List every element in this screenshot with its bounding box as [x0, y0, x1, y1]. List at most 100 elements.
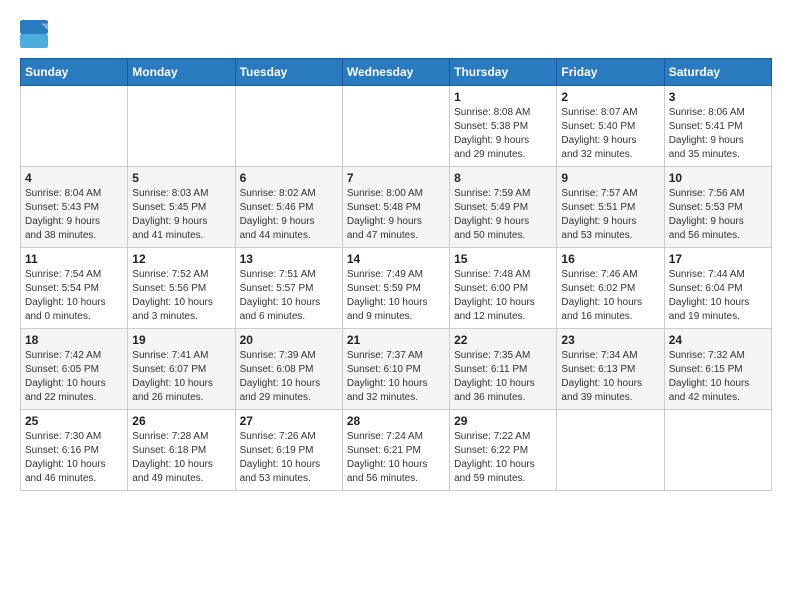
calendar-cell: 14 Sunrise: 7:49 AMSunset: 5:59 PMDayligh… [342, 248, 449, 329]
calendar-cell: 9Sunrise: 7:57 AMSunset: 5:51 PMDaylight… [557, 167, 664, 248]
calendar-cell: 4 Sunrise: 8:04 AMSunset: 5:43 PMDaylight… [21, 167, 128, 248]
day-info: Sunrise: 8:08 AMSunset: 5:38 PMDaylight:… [454, 106, 552, 162]
day-number: 26 [132, 414, 230, 428]
day-info: Sunrise: 8:00 AMSunset: 5:48 PMDaylight:… [347, 187, 445, 243]
day-info: Sunrise: 7:44 AMSunset: 6:04 PMDaylight:… [669, 268, 767, 324]
day-number: 5 [132, 171, 230, 185]
calendar-cell: 24 Sunrise: 7:32 AMSunset: 6:15 PMDayligh… [664, 329, 771, 410]
day-number: 28 [347, 414, 445, 428]
calendar-cell [664, 410, 771, 491]
header-wednesday: Wednesday [342, 59, 449, 86]
day-number: 18 [25, 333, 123, 347]
calendar-cell: 20 Sunrise: 7:39 AMSunset: 6:08 PMDayligh… [235, 329, 342, 410]
day-info: Sunrise: 7:41 AMSunset: 6:07 PMDaylight:… [132, 349, 230, 405]
day-number: 8 [454, 171, 552, 185]
calendar-cell: 7Sunrise: 8:00 AMSunset: 5:48 PMDaylight… [342, 167, 449, 248]
header-row: SundayMondayTuesdayWednesdayThursdayFrid… [21, 59, 772, 86]
day-info: Sunrise: 8:02 AMSunset: 5:46 PMDaylight:… [240, 187, 338, 243]
day-number: 11 [25, 252, 123, 266]
day-number: 14 [347, 252, 445, 266]
week-row-3: 11 Sunrise: 7:54 AMSunset: 5:54 PMDayligh… [21, 248, 772, 329]
calendar-cell [128, 86, 235, 167]
calendar-cell: 18 Sunrise: 7:42 AMSunset: 6:05 PMDayligh… [21, 329, 128, 410]
day-number: 20 [240, 333, 338, 347]
week-row-5: 25Sunrise: 7:30 AMSunset: 6:16 PMDayligh… [21, 410, 772, 491]
calendar-cell: 29 Sunrise: 7:22 AMSunset: 6:22 PMDayligh… [450, 410, 557, 491]
header-sunday: Sunday [21, 59, 128, 86]
day-info: Sunrise: 7:46 AMSunset: 6:02 PMDaylight:… [561, 268, 659, 324]
day-number: 24 [669, 333, 767, 347]
day-number: 22 [454, 333, 552, 347]
day-info: Sunrise: 7:59 AMSunset: 5:49 PMDaylight:… [454, 187, 552, 243]
calendar-cell: 28 Sunrise: 7:24 AMSunset: 6:21 PMDayligh… [342, 410, 449, 491]
calendar-cell: 6Sunrise: 8:02 AMSunset: 5:46 PMDaylight… [235, 167, 342, 248]
day-number: 1 [454, 90, 552, 104]
day-number: 23 [561, 333, 659, 347]
calendar-cell: 10 Sunrise: 7:56 AMSunset: 5:53 PMDayligh… [664, 167, 771, 248]
calendar-cell: 3Sunrise: 8:06 AMSunset: 5:41 PMDaylight… [664, 86, 771, 167]
calendar-cell: 22 Sunrise: 7:35 AMSunset: 6:11 PMDayligh… [450, 329, 557, 410]
calendar-table: SundayMondayTuesdayWednesdayThursdayFrid… [20, 58, 772, 491]
day-info: Sunrise: 8:03 AMSunset: 5:45 PMDaylight:… [132, 187, 230, 243]
calendar-cell [342, 86, 449, 167]
calendar-cell [557, 410, 664, 491]
day-info: Sunrise: 8:06 AMSunset: 5:41 PMDaylight:… [669, 106, 767, 162]
calendar-cell: 19 Sunrise: 7:41 AMSunset: 6:07 PMDayligh… [128, 329, 235, 410]
day-info: Sunrise: 7:54 AMSunset: 5:54 PMDaylight:… [25, 268, 123, 324]
calendar-cell: 23 Sunrise: 7:34 AMSunset: 6:13 PMDayligh… [557, 329, 664, 410]
calendar-cell: 21 Sunrise: 7:37 AMSunset: 6:10 PMDayligh… [342, 329, 449, 410]
calendar-cell: 11 Sunrise: 7:54 AMSunset: 5:54 PMDayligh… [21, 248, 128, 329]
day-info: Sunrise: 8:07 AMSunset: 5:40 PMDaylight:… [561, 106, 659, 162]
day-number: 9 [561, 171, 659, 185]
day-info: Sunrise: 7:48 AMSunset: 6:00 PMDaylight:… [454, 268, 552, 324]
day-number: 2 [561, 90, 659, 104]
day-number: 21 [347, 333, 445, 347]
calendar-cell: 13 Sunrise: 7:51 AMSunset: 5:57 PMDayligh… [235, 248, 342, 329]
day-info: Sunrise: 7:24 AMSunset: 6:21 PMDaylight:… [347, 430, 445, 486]
week-row-4: 18 Sunrise: 7:42 AMSunset: 6:05 PMDayligh… [21, 329, 772, 410]
day-number: 27 [240, 414, 338, 428]
header-saturday: Saturday [664, 59, 771, 86]
header-friday: Friday [557, 59, 664, 86]
calendar-cell: 16Sunrise: 7:46 AMSunset: 6:02 PMDayligh… [557, 248, 664, 329]
logo [20, 20, 52, 48]
day-info: Sunrise: 7:26 AMSunset: 6:19 PMDaylight:… [240, 430, 338, 486]
day-number: 25 [25, 414, 123, 428]
header-monday: Monday [128, 59, 235, 86]
calendar-cell [21, 86, 128, 167]
day-info: Sunrise: 7:32 AMSunset: 6:15 PMDaylight:… [669, 349, 767, 405]
calendar-cell: 1 Sunrise: 8:08 AMSunset: 5:38 PMDaylight… [450, 86, 557, 167]
day-info: Sunrise: 7:37 AMSunset: 6:10 PMDaylight:… [347, 349, 445, 405]
header-tuesday: Tuesday [235, 59, 342, 86]
day-number: 17 [669, 252, 767, 266]
day-number: 4 [25, 171, 123, 185]
day-info: Sunrise: 7:34 AMSunset: 6:13 PMDaylight:… [561, 349, 659, 405]
day-number: 12 [132, 252, 230, 266]
calendar-cell: 2 Sunrise: 8:07 AMSunset: 5:40 PMDaylight… [557, 86, 664, 167]
day-number: 29 [454, 414, 552, 428]
day-info: Sunrise: 7:49 AMSunset: 5:59 PMDaylight:… [347, 268, 445, 324]
day-info: Sunrise: 8:04 AMSunset: 5:43 PMDaylight:… [25, 187, 123, 243]
calendar-cell [235, 86, 342, 167]
day-info: Sunrise: 7:52 AMSunset: 5:56 PMDaylight:… [132, 268, 230, 324]
calendar-cell: 27 Sunrise: 7:26 AMSunset: 6:19 PMDayligh… [235, 410, 342, 491]
week-row-2: 4 Sunrise: 8:04 AMSunset: 5:43 PMDaylight… [21, 167, 772, 248]
day-number: 15 [454, 252, 552, 266]
calendar-cell: 5 Sunrise: 8:03 AMSunset: 5:45 PMDaylight… [128, 167, 235, 248]
week-row-1: 1 Sunrise: 8:08 AMSunset: 5:38 PMDaylight… [21, 86, 772, 167]
day-info: Sunrise: 7:39 AMSunset: 6:08 PMDaylight:… [240, 349, 338, 405]
day-number: 19 [132, 333, 230, 347]
day-number: 10 [669, 171, 767, 185]
logo-icon [20, 20, 48, 48]
header-thursday: Thursday [450, 59, 557, 86]
day-number: 13 [240, 252, 338, 266]
day-info: Sunrise: 7:42 AMSunset: 6:05 PMDaylight:… [25, 349, 123, 405]
calendar-cell: 25Sunrise: 7:30 AMSunset: 6:16 PMDayligh… [21, 410, 128, 491]
calendar-cell: 15 Sunrise: 7:48 AMSunset: 6:00 PMDayligh… [450, 248, 557, 329]
calendar-cell: 12 Sunrise: 7:52 AMSunset: 5:56 PMDayligh… [128, 248, 235, 329]
day-info: Sunrise: 7:56 AMSunset: 5:53 PMDaylight:… [669, 187, 767, 243]
day-info: Sunrise: 7:51 AMSunset: 5:57 PMDaylight:… [240, 268, 338, 324]
day-info: Sunrise: 7:22 AMSunset: 6:22 PMDaylight:… [454, 430, 552, 486]
header [20, 20, 772, 48]
day-info: Sunrise: 7:35 AMSunset: 6:11 PMDaylight:… [454, 349, 552, 405]
